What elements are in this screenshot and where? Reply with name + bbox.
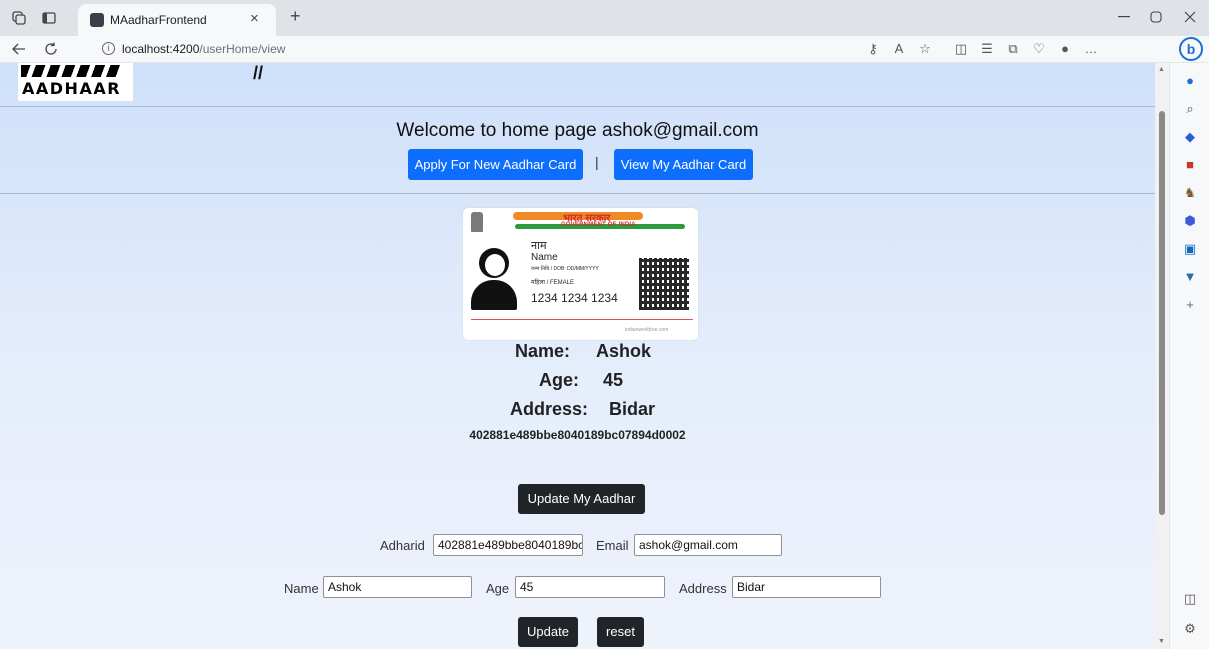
scroll-up-icon[interactable]: ▲ (1158, 66, 1165, 73)
card-dob: जन्म तिथि / DOB: DD/MM/YYYY (531, 266, 599, 272)
name-field-label: Name (284, 581, 319, 596)
copilot-bing-icon[interactable]: b (1179, 37, 1203, 61)
update-my-aadhar-button[interactable]: Update My Aadhar (518, 484, 645, 514)
reset-button[interactable]: reset (597, 617, 644, 647)
age-value: 45 (603, 370, 624, 390)
edge-sidebar: ● ⌕ ◆ ■ ♞ ⬢ ▣ ▼ + ◫ ⚙ (1169, 63, 1209, 649)
add-sidebar-app-icon[interactable]: + (1182, 297, 1198, 313)
name-label: Name: (515, 341, 571, 361)
restore-icon[interactable] (1150, 11, 1162, 23)
favorite-star-icon[interactable]: ☆ (916, 41, 934, 57)
tab-title: MAadharFrontend (110, 13, 207, 27)
site-info-icon[interactable]: i (102, 42, 115, 55)
qr-code-icon (639, 258, 689, 310)
age-field-label: Age (486, 581, 510, 596)
password-key-icon[interactable]: ⚷ (864, 41, 882, 57)
browser-essentials-icon[interactable]: ♡ (1030, 41, 1048, 57)
sidebar-settings-gear-icon[interactable]: ⚙ (1182, 621, 1198, 637)
aadhaar-logo-mark-icon (21, 65, 121, 77)
card-name: Name (531, 252, 558, 263)
card-number: 1234 1234 1234 (531, 291, 618, 305)
angular-favicon-icon (90, 13, 104, 27)
browser-tab-active[interactable]: MAadharFrontend × (78, 4, 276, 36)
url-host: localhost:4200 (122, 42, 200, 56)
search-icon[interactable]: ⌕ (1182, 101, 1198, 117)
tab-close-icon[interactable]: × (250, 10, 259, 27)
aadhaar-logo: AADHAAR (18, 63, 133, 101)
nav-separator: | (595, 154, 599, 170)
update-button[interactable]: Update (518, 617, 578, 647)
tab-actions-icon[interactable] (42, 11, 56, 25)
url-field[interactable]: localhost:4200/userHome/view (122, 42, 285, 56)
header-title-fragment: // (253, 63, 264, 83)
national-emblem-icon (471, 212, 483, 232)
shopping-tag-icon[interactable]: ◆ (1182, 129, 1198, 145)
profile-icon[interactable]: ● (1056, 41, 1074, 56)
games-icon[interactable]: ♞ (1182, 185, 1198, 201)
card-gov-english: GOVERNMENT OF INDIA (561, 222, 636, 228)
apply-new-aadhar-button[interactable]: Apply For New Aadhar Card (408, 149, 583, 180)
age-label: Age: (539, 370, 579, 390)
browser-title-bar: MAadharFrontend × + (0, 0, 1209, 36)
logo-text: AADHAAR (22, 79, 122, 98)
address-bar-row: i localhost:4200/userHome/view ⚷ A ☆ ◫ ☰… (0, 36, 1209, 63)
age-input[interactable]: 45 (515, 576, 665, 598)
email-input[interactable]: ashok@gmail.com (634, 534, 782, 556)
header-divider-top (0, 106, 1155, 107)
email-label: Email (596, 538, 629, 553)
card-name-hindi: नाम (531, 240, 547, 252)
collections-icon[interactable]: ⧉ (1004, 41, 1022, 57)
name-value: Ashok (596, 341, 652, 361)
aadhar-id-text: 402881e489bbe8040189bc07894d0002 (469, 428, 686, 442)
close-window-icon[interactable] (1184, 11, 1196, 23)
refresh-icon[interactable] (44, 42, 58, 56)
page-scrollbar[interactable]: ▲ ▼ (1155, 63, 1169, 649)
outlook-icon[interactable]: ▣ (1182, 241, 1198, 257)
minimize-icon[interactable] (1118, 16, 1130, 18)
url-path: /userHome/view (199, 42, 286, 56)
split-screen-icon[interactable]: ◫ (952, 41, 970, 57)
scroll-thumb[interactable] (1159, 111, 1165, 515)
more-menu-icon[interactable]: … (1082, 41, 1100, 56)
address-input[interactable]: Bidar (732, 576, 881, 598)
read-aloud-icon[interactable]: A (890, 41, 908, 56)
back-arrow-icon[interactable] (12, 43, 26, 55)
header-divider-bottom (0, 193, 1155, 194)
aadhar-card-image: भारत सरकार GOVERNMENT OF INDIA नाम Name … (463, 208, 698, 340)
tools-briefcase-icon[interactable]: ■ (1182, 157, 1198, 173)
address-field-label: Address (679, 581, 727, 596)
adharid-label: Adharid (380, 538, 425, 553)
drop-icon[interactable]: ▼ (1182, 269, 1198, 285)
favorites-list-icon[interactable]: ☰ (978, 41, 996, 57)
notification-bell-icon[interactable]: ● (1182, 73, 1198, 89)
address-label: Address: (510, 399, 589, 419)
address-value: Bidar (609, 399, 656, 419)
card-red-line (471, 319, 693, 320)
avatar-body (471, 280, 517, 310)
adharid-input[interactable]: 402881e489bbe8040189bc07894d0002 (433, 534, 583, 556)
welcome-heading: Welcome to home page ashok@gmail.com (396, 120, 759, 141)
scroll-down-icon[interactable]: ▼ (1158, 638, 1165, 645)
card-footer: indianworkfree.com (625, 327, 669, 333)
card-gender: महिला / FEMALE (531, 280, 574, 286)
view-my-aadhar-button[interactable]: View My Aadhar Card (614, 149, 753, 180)
microsoft365-icon[interactable]: ⬢ (1182, 213, 1198, 229)
name-input[interactable]: Ashok (323, 576, 472, 598)
avatar-face (485, 254, 505, 276)
new-tab-button[interactable]: + (290, 6, 301, 27)
workspaces-icon[interactable] (12, 11, 26, 25)
page-viewport: AADHAAR // Welcome to home page ashok@gm… (0, 63, 1155, 649)
sidebar-layout-icon[interactable]: ◫ (1182, 591, 1198, 607)
